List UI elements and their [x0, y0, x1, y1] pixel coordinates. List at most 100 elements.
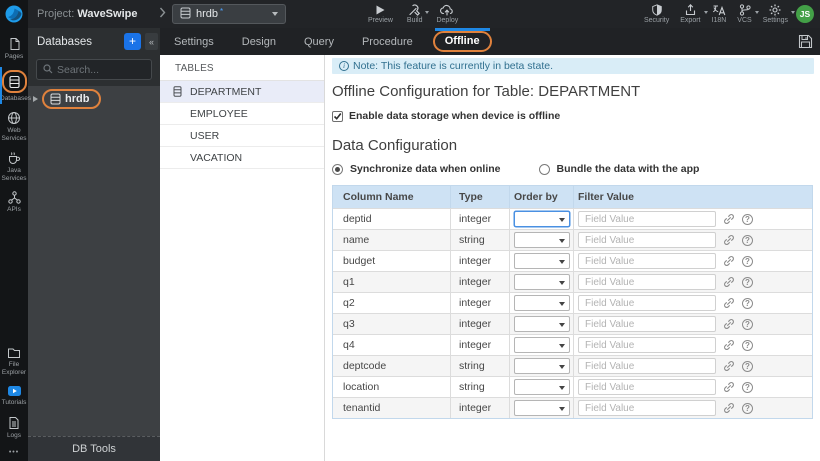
- sidebar-item-web-services[interactable]: Web Services: [0, 106, 28, 146]
- enable-offline-checkbox[interactable]: [332, 110, 343, 122]
- filter-value-input[interactable]: [578, 211, 716, 227]
- link-icon[interactable]: [723, 213, 735, 225]
- table-row: q1 integer ?: [333, 271, 812, 292]
- link-icon[interactable]: [723, 234, 735, 246]
- caret-down-icon: [559, 385, 565, 390]
- filter-value-input[interactable]: [578, 379, 716, 395]
- help-icon[interactable]: ?: [742, 255, 753, 267]
- sidebar-item-tutorials[interactable]: Tutorials: [0, 380, 28, 411]
- user-avatar[interactable]: JS: [796, 5, 814, 23]
- order-by-select[interactable]: [514, 400, 570, 416]
- table-item-employee[interactable]: EMPLOYEE: [160, 103, 324, 125]
- build-actions: Preview Build Deploy: [368, 4, 458, 24]
- sidebar-item-logs[interactable]: Logs: [0, 411, 28, 444]
- collapse-panel-button[interactable]: «: [145, 33, 158, 50]
- order-by-select[interactable]: [514, 295, 570, 311]
- help-icon[interactable]: ?: [742, 297, 753, 309]
- file-icon: [10, 38, 19, 50]
- tab-settings[interactable]: Settings: [160, 28, 228, 55]
- log-file-icon: [9, 416, 19, 429]
- help-icon[interactable]: ?: [742, 276, 753, 288]
- link-icon[interactable]: [723, 381, 735, 393]
- db-tools-button[interactable]: DB Tools: [28, 436, 160, 461]
- build-button[interactable]: Build: [407, 4, 430, 24]
- table-item-department[interactable]: DEPARTMENT: [160, 81, 324, 103]
- column-name-cell: deptcode: [343, 360, 387, 372]
- filter-value-input[interactable]: [578, 316, 716, 332]
- header-type: Type: [450, 186, 509, 208]
- help-icon[interactable]: ?: [742, 381, 753, 393]
- tab-design[interactable]: Design: [228, 28, 290, 55]
- export-button[interactable]: Export: [680, 4, 708, 24]
- vcs-button[interactable]: VCS: [737, 4, 759, 24]
- save-button[interactable]: [793, 28, 817, 55]
- column-name-cell: name: [343, 234, 370, 246]
- link-icon[interactable]: [723, 339, 735, 351]
- modified-indicator: *: [220, 6, 224, 16]
- i18n-button[interactable]: I18N: [712, 4, 726, 24]
- order-by-select[interactable]: [514, 274, 570, 290]
- synchronize-radio[interactable]: [332, 163, 343, 175]
- order-by-select[interactable]: [514, 379, 570, 395]
- filter-value-input[interactable]: [578, 274, 716, 290]
- search-input[interactable]: [57, 63, 145, 76]
- order-by-select[interactable]: [514, 358, 570, 374]
- filter-value-input[interactable]: [578, 358, 716, 374]
- filter-value-input[interactable]: [578, 400, 716, 416]
- caret-down-icon: [754, 11, 759, 14]
- database-selector[interactable]: hrdb *: [172, 4, 286, 24]
- more-options-button[interactable]: •••: [9, 443, 19, 461]
- filter-value-input[interactable]: [578, 232, 716, 248]
- sidebar-item-java-services[interactable]: Java Services: [0, 146, 28, 186]
- tab-query[interactable]: Query: [290, 28, 348, 55]
- table-row: q3 integer ?: [333, 313, 812, 334]
- type-cell: integer: [450, 251, 509, 271]
- sidebar-item-file-explorer[interactable]: File Explorer: [0, 342, 28, 380]
- enable-offline-row: Enable data storage when device is offli…: [332, 110, 814, 122]
- help-icon[interactable]: ?: [742, 360, 753, 372]
- caret-down-icon: [559, 322, 565, 327]
- deploy-button[interactable]: Deploy: [436, 4, 458, 24]
- link-icon[interactable]: [723, 297, 735, 309]
- tab-procedure[interactable]: Procedure: [348, 28, 427, 55]
- help-icon[interactable]: ?: [742, 234, 753, 246]
- order-by-select[interactable]: [514, 232, 570, 248]
- filter-value-input[interactable]: [578, 253, 716, 269]
- help-icon[interactable]: ?: [742, 318, 753, 330]
- add-database-button[interactable]: +: [124, 33, 141, 50]
- security-button[interactable]: Security: [644, 4, 669, 24]
- filter-value-input[interactable]: [578, 337, 716, 353]
- order-by-select[interactable]: [514, 337, 570, 353]
- help-icon[interactable]: ?: [742, 402, 753, 414]
- table-body: deptid integer ? name: [333, 208, 812, 418]
- order-by-select[interactable]: [514, 253, 570, 269]
- table-item-user[interactable]: USER: [160, 125, 324, 147]
- order-by-select[interactable]: [514, 316, 570, 332]
- database-item-hrdb[interactable]: hrdb: [28, 86, 160, 111]
- settings-button[interactable]: Settings: [763, 4, 795, 24]
- expand-caret-icon[interactable]: [33, 95, 38, 102]
- link-icon[interactable]: [723, 255, 735, 267]
- table-item-vacation[interactable]: VACATION: [160, 147, 324, 169]
- tab-offline[interactable]: Offline: [427, 28, 498, 55]
- sidebar-item-apis[interactable]: APIs: [0, 186, 28, 218]
- link-icon[interactable]: [723, 402, 735, 414]
- caret-down-icon: [272, 12, 278, 16]
- table-row: deptcode string ?: [333, 355, 812, 376]
- order-by-select[interactable]: [514, 211, 570, 227]
- tabbar: Settings Design Query Procedure Offline: [160, 28, 820, 55]
- project-actions: Security Export I18N VCS Settings: [644, 4, 795, 24]
- type-cell: integer: [450, 335, 509, 355]
- link-icon[interactable]: [723, 318, 735, 330]
- sidebar-item-databases[interactable]: Databases: [0, 65, 31, 107]
- filter-value-input[interactable]: [578, 295, 716, 311]
- bundle-radio[interactable]: [538, 163, 550, 175]
- link-icon[interactable]: [723, 360, 735, 372]
- help-icon[interactable]: ?: [742, 213, 753, 225]
- sidebar-item-pages[interactable]: Pages: [0, 32, 28, 65]
- link-icon[interactable]: [723, 276, 735, 288]
- synchronize-label: Synchronize data when online: [350, 163, 501, 175]
- database-icon: [50, 93, 61, 104]
- help-icon[interactable]: ?: [742, 339, 753, 351]
- preview-button[interactable]: Preview: [368, 4, 393, 24]
